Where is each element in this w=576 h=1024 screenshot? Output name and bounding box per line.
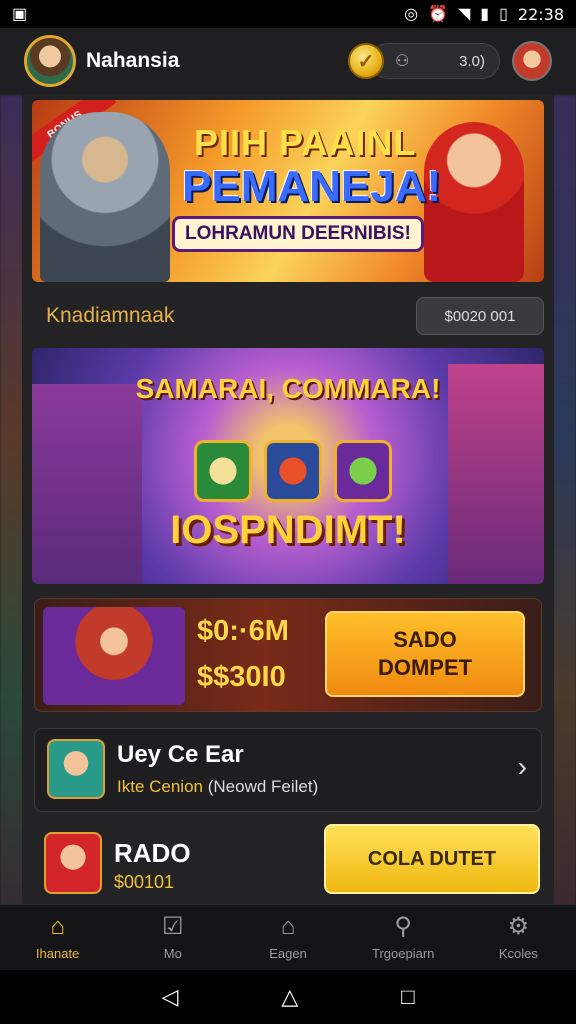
building-left-image (32, 384, 142, 584)
system-navigation-bar: ◁ △ □ (0, 970, 576, 1024)
game-tile-icon (264, 440, 322, 502)
promo-character-image (43, 607, 185, 705)
nav-item-eagen[interactable]: ⌂ Eagen (230, 905, 345, 970)
nav-label: Ihanate (35, 946, 80, 961)
list-item-subtitle-highlight: Ikte Cenion (117, 777, 203, 796)
balance-group: ✓ ⚇ 3.0) (348, 41, 552, 81)
wallet-card: RADO $00101 COLA DUTET (34, 824, 542, 904)
section-title: Knadiamnaak (46, 304, 175, 327)
game-icons-row (194, 440, 392, 502)
bottom-nav: ⌂ Ihanate ☑ Mo ⌂ Eagen ⚲ Trgoepiarn ⚙ Kc… (0, 904, 576, 970)
nav-label: Mo (163, 946, 182, 961)
nav-item-mo[interactable]: ☑ Mo (115, 905, 230, 970)
chevron-right-icon: › (517, 751, 527, 782)
coin-button[interactable]: ✓ (348, 43, 384, 79)
promo-amount-secondary: $$30I0 (197, 661, 286, 693)
user-icon: ⚇ (395, 53, 410, 70)
image-icon: ▣ (12, 6, 28, 23)
promo-amount-primary: $0:·6M (197, 615, 289, 647)
list-item-title: Uey Ce Ear (117, 741, 244, 768)
banner2-big-text: IOSPNDIMT! (170, 508, 406, 552)
back-icon[interactable]: ◁ (161, 984, 178, 1010)
section-header: Knadiamnaak $0020 001 (32, 294, 544, 338)
home-icon: ⌂ (50, 913, 65, 940)
banner2-title: SAMARAI, COMMARA! (135, 373, 441, 404)
network-icon: ⚙ (507, 913, 530, 940)
background-art-right (552, 95, 576, 954)
list-item[interactable]: Uey Ce Ear Ikte Cenion (Neowd Feilet) › (34, 728, 542, 812)
list-item-thumbnail (47, 739, 105, 799)
app-header: Nahansia ✓ ⚇ 3.0) (0, 28, 576, 94)
nav-label: Trgoepiarn (372, 946, 435, 961)
nav-item-home[interactable]: ⌂ Ihanate (0, 905, 115, 970)
bank-icon: ⌂ (280, 913, 296, 940)
status-bar: ▣ ◎ ⏰ ◥ ▮ ▯ 22:38 (0, 0, 576, 28)
wifi-icon: ◥ (457, 6, 471, 23)
promo-banner-top[interactable]: BONUS PIIH PAAINL PEMANEJA! LOHRAMUN DEE… (32, 100, 544, 282)
wallet-card-subtitle: $00101 (114, 872, 175, 892)
app-title: Nahansia (86, 49, 180, 72)
battery-icon: ▯ (499, 6, 508, 23)
promo-banner-middle[interactable]: SAMARAI, COMMARA! IOSPNDIMT! (32, 348, 544, 584)
main-content: BONUS PIIH PAAINL PEMANEJA! LOHRAMUN DEE… (22, 94, 554, 904)
background-art-left (0, 95, 24, 954)
balance-pill[interactable]: ⚇ 3.0) (370, 43, 500, 79)
nav-item-kcoles[interactable]: ⚙ Kcoles (461, 905, 576, 970)
alarm-icon: ⏰ (428, 6, 448, 23)
recents-icon[interactable]: □ (401, 984, 414, 1010)
nav-label: Eagen (269, 946, 307, 961)
nfc-icon: ◎ (404, 6, 419, 23)
banner-title-line1: PIIH PAAINL (194, 122, 417, 163)
game-tile-icon (194, 440, 252, 502)
home-system-icon[interactable]: △ (281, 984, 298, 1010)
nav-item-search[interactable]: ⚲ Trgoepiarn (346, 905, 461, 970)
promo-card: $0:·6M $$30I0 SADO DOMPET (34, 598, 542, 712)
wallet-action-button[interactable]: COLA DUTET (324, 824, 540, 894)
search-icon: ⚲ (394, 913, 412, 940)
checkbox-icon: ☑ (162, 913, 184, 940)
status-time: 22:38 (517, 4, 564, 24)
list-item-subtitle: Ikte Cenion (Neowd Feilet) (117, 777, 318, 797)
promo-action-button[interactable]: SADO DOMPET (325, 611, 525, 697)
banner-subtitle: LOHRAMUN DEERNIBIS! (172, 216, 424, 252)
section-value-pill[interactable]: $0020 001 (416, 297, 544, 335)
wallet-card-title: RADO (114, 838, 191, 868)
avatar[interactable] (24, 35, 76, 87)
app-screen: ▣ ◎ ⏰ ◥ ▮ ▯ 22:38 Nahansia ✓ ⚇ 3.0) BONU… (0, 0, 576, 1024)
wallet-card-thumbnail (44, 832, 102, 894)
nav-label: Kcoles (498, 946, 538, 961)
signal-icon: ▮ (480, 6, 490, 23)
profile-button[interactable] (512, 41, 552, 81)
game-tile-icon (334, 440, 392, 502)
balance-value: 3.0) (459, 52, 485, 70)
knight-character-image (40, 112, 170, 282)
banner-title-line2: PEMANEJA! (182, 162, 442, 211)
list-item-subtitle-rest: (Neowd Feilet) (207, 777, 319, 796)
promo-button-label: SADO DOMPET (377, 627, 473, 680)
